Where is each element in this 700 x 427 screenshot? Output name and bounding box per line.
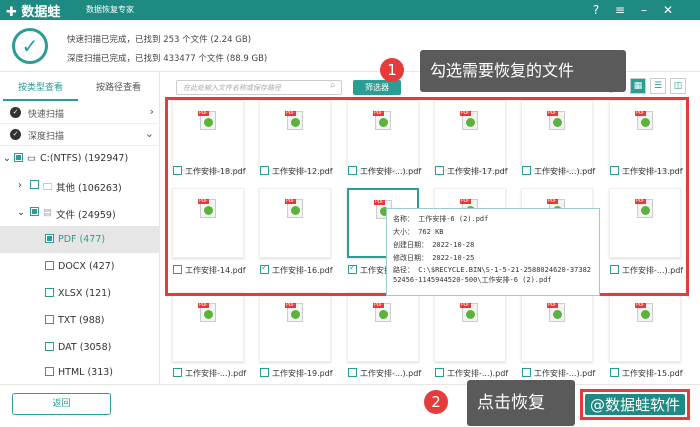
deep-scan-row[interactable]: ✓ 深度扫描 ⌄ [0, 124, 160, 146]
tree-label: TXT (988) [58, 315, 105, 326]
footer-divider [0, 384, 700, 385]
step-2-callout: 点击恢复 [467, 380, 575, 426]
tree-label: HTML (313) [58, 367, 114, 378]
recover-button[interactable]: @数据蛙软件 [580, 389, 690, 420]
file-thumbnail[interactable] [347, 292, 419, 362]
pdf-file-icon [635, 303, 653, 322]
search-icon[interactable]: ⌕ [330, 80, 336, 91]
detail-view-icon[interactable]: ◫ [670, 78, 686, 94]
chevron-right-icon[interactable]: › [150, 105, 154, 118]
sidebar: 按类型查看 按路径查看 ✓ 快速扫描 › ✓ 深度扫描 ⌄ ⌄ ▭ C:(NTFS) (19… [0, 72, 160, 384]
deep-scan-label: 深度扫描 [28, 132, 65, 142]
tree-item-dat[interactable]: DAT (3058) [0, 334, 160, 361]
quick-scan-row[interactable]: ✓ 快速扫描 › [0, 102, 160, 124]
chevron-down-icon[interactable]: ⌄ [145, 127, 154, 140]
search-input[interactable]: 在此处输入文件名称或保存路径 [176, 80, 342, 95]
file-thumbnail[interactable] [521, 292, 593, 362]
file-checkbox[interactable] [435, 368, 444, 377]
deep-scan-status: 深度扫描已完成，已找到 433477 个文件 (88.9 GB) [67, 54, 268, 64]
file-name: 工作安排-...).pdf [447, 369, 509, 378]
file-checkbox[interactable] [260, 368, 269, 377]
file-item-label[interactable]: 工作安排-15.pdf [610, 368, 683, 379]
tree-label: DAT (3058) [58, 342, 112, 353]
created-label: 创建日期： [393, 241, 428, 249]
check-circle-icon: ✓ [12, 28, 48, 64]
file-name: 工作安排-...).pdf [534, 369, 596, 378]
tree-label: 文件 (24959) [56, 210, 116, 221]
file-name: 工作安排-...).pdf [185, 369, 247, 378]
tree-item-other[interactable]: › 🗀 其他 (106263) [0, 172, 160, 199]
check-icon: ✓ [10, 129, 21, 140]
file-item-label[interactable]: 工作安排-...).pdf [435, 368, 508, 379]
check-icon: ✓ [10, 107, 21, 118]
pdf-file-icon [460, 303, 478, 322]
tree-label: C:(NTFS) (192947) [40, 153, 129, 164]
tree-item-c-drive[interactable]: ⌄ ▭ C:(NTFS) (192947) [0, 145, 160, 172]
quick-scan-label: 快速扫描 [28, 110, 65, 120]
file-item-label[interactable]: 工作安排-19.pdf [260, 368, 333, 379]
tree-label: PDF (477) [58, 234, 106, 245]
pdf-file-icon [547, 303, 565, 322]
file-thumbnail[interactable] [172, 292, 244, 362]
active-tab-indicator [3, 99, 78, 101]
app-subtitle: 数据恢复专家 [86, 5, 134, 14]
close-icon[interactable]: ✕ [660, 2, 676, 18]
back-button[interactable]: 返回 [12, 393, 111, 415]
file-item-label[interactable]: 工作安排-...).pdf [173, 368, 246, 379]
pdf-file-icon [373, 303, 391, 322]
file-checkbox[interactable] [173, 368, 182, 377]
created-value: 2022-10-28 [432, 241, 475, 249]
size-label: 大小： [393, 228, 414, 236]
file-item-label[interactable]: 工作安排-...).pdf [522, 368, 595, 379]
step-2-badge: 2 [424, 390, 448, 414]
tab-by-type[interactable]: 按类型查看 [18, 80, 63, 93]
filter-button[interactable]: 筛选器 [353, 80, 401, 95]
file-checkbox[interactable] [348, 368, 357, 377]
tree-label: 其他 (106263) [56, 183, 122, 194]
title-bar: ✚ 数据蛙 数据恢复专家 ? ≡ – ✕ [0, 0, 700, 20]
file-checkbox[interactable] [522, 368, 531, 377]
tree-label: DOCX (427) [58, 261, 115, 272]
tree-item-xlsx[interactable]: XLSX (121) [0, 280, 160, 307]
tree-item-pdf[interactable]: PDF (477) [0, 226, 160, 253]
file-thumbnail[interactable] [434, 292, 506, 362]
app-name: 数据蛙 [21, 5, 61, 20]
modified-label: 修改日期： [393, 254, 428, 262]
watermark-text: @数据蛙软件 [585, 394, 685, 415]
app-logo: ✚ 数据蛙 [6, 5, 61, 20]
tree-item-txt[interactable]: TXT (988) [0, 307, 160, 334]
grid-view-icon[interactable]: ▦ [630, 78, 646, 94]
step-1-badge: 1 [380, 58, 404, 82]
size-value: 762 KB [418, 228, 444, 236]
quick-scan-status: 快速扫描已完成，已找到 253 个文件 (2.24 GB) [67, 35, 252, 45]
file-name: 工作安排-15.pdf [622, 369, 683, 378]
tree-label: XLSX (121) [58, 288, 111, 299]
menu-icon[interactable]: ≡ [612, 2, 628, 18]
tree-item-documents[interactable]: ⌄ ▤ 文件 (24959) [0, 199, 160, 226]
path-label: 路径： [393, 266, 414, 274]
tree-item-docx[interactable]: DOCX (427) [0, 253, 160, 280]
modified-value: 2022-10-25 [432, 254, 475, 262]
file-item-label[interactable]: 工作安排-...).pdf [348, 368, 421, 379]
tree-item-html[interactable]: HTML (313) [0, 359, 160, 383]
tab-by-path[interactable]: 按路径查看 [96, 80, 141, 93]
step-1-callout: 勾选需要恢复的文件 [420, 50, 626, 92]
path-value: C:\$RECYCLE.BIN\S-1-5-21-2588024620-3738… [393, 266, 592, 284]
file-thumbnail[interactable] [609, 292, 681, 362]
name-label: 名称： [393, 215, 414, 223]
pdf-file-icon [198, 303, 216, 322]
help-icon[interactable]: ? [588, 2, 604, 18]
pdf-file-icon [285, 303, 303, 322]
file-name: 工作安排-...).pdf [360, 369, 422, 378]
name-value: 工作安排-6 (2).pdf [418, 215, 489, 223]
list-view-icon[interactable]: ☰ [650, 78, 666, 94]
file-checkbox[interactable] [610, 368, 619, 377]
file-name: 工作安排-19.pdf [272, 369, 333, 378]
file-thumbnail[interactable] [259, 292, 331, 362]
file-info-tooltip: 名称： 工作安排-6 (2).pdf 大小： 762 KB 创建日期： 2022… [386, 208, 600, 296]
minimize-icon[interactable]: – [636, 2, 652, 18]
